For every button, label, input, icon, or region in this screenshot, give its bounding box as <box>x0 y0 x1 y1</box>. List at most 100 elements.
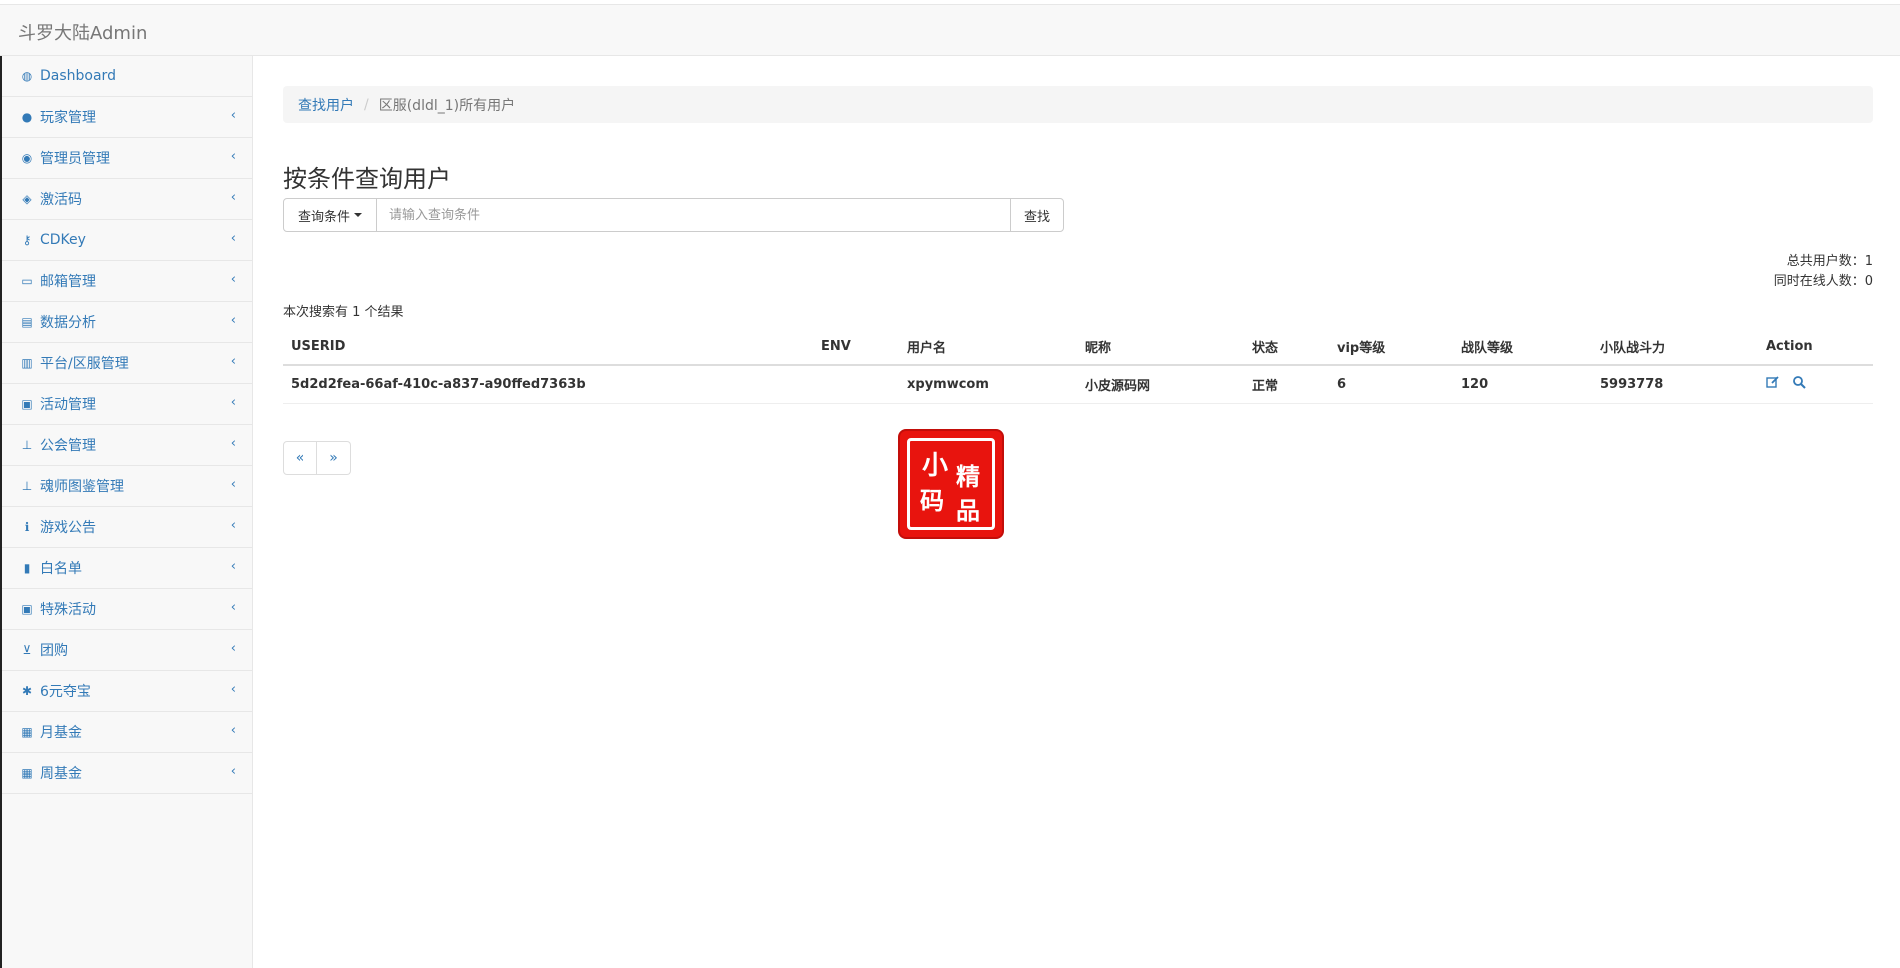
cell-team-level: 120 <box>1453 365 1592 404</box>
sidebar-item-label: 团购 <box>40 643 68 659</box>
sidebar-item-label: CDKey <box>40 232 86 248</box>
cell-username: xpymwcom <box>899 365 1077 404</box>
sidebar-item-label: 6元夺宝 <box>40 684 91 700</box>
sidebar-item-17-calendar[interactable]: ▦ 周基金 ‹ <box>2 753 252 794</box>
sidebar-item-11-info[interactable]: ℹ 游戏公告 ‹ <box>2 507 252 548</box>
column-header-status: 状态 <box>1244 328 1329 366</box>
table-row: 5d2d2fea-66af-410c-a837-a90ffed7363b xpy… <box>283 365 1873 404</box>
chevron-left-icon: ‹ <box>230 272 236 287</box>
sidebar-item-label: 魂师图鉴管理 <box>40 479 124 495</box>
sidebar-item-10-sitemap[interactable]: ⊥ 魂师图鉴管理 ‹ <box>2 466 252 507</box>
online-users-value: 0 <box>1864 274 1873 289</box>
sidebar-item-4-key[interactable]: ⚷ CDKey ‹ <box>2 220 252 261</box>
chevron-left-icon: ‹ <box>230 149 236 164</box>
search-input[interactable] <box>377 198 1010 232</box>
pagination-prev[interactable]: « <box>283 441 317 475</box>
breadcrumb: 查找用户 / 区服(dldl_1)所有用户 <box>283 86 1873 123</box>
breadcrumb-separator: / <box>364 96 369 113</box>
chevron-left-icon: ‹ <box>230 190 236 205</box>
breadcrumb-link-find-user[interactable]: 查找用户 <box>298 95 354 115</box>
bank-icon: ▥ <box>21 356 33 370</box>
sidebar-item-13-money[interactable]: ▣ 特殊活动 ‹ <box>2 589 252 630</box>
users-table: USERID ENV 用户名 昵称 状态 vip等级 战队等级 小队战斗力 Ac… <box>283 328 1873 404</box>
page-title: 按条件查询用户 <box>283 165 451 193</box>
sidebar-item-label: 玩家管理 <box>40 110 96 126</box>
sidebar-item-label: 活动管理 <box>40 397 96 413</box>
sidebar-item-9-sitemap[interactable]: ⊥ 公会管理 ‹ <box>2 425 252 466</box>
sidebar-item-label: 数据分析 <box>40 315 96 331</box>
search-icon[interactable] <box>1792 376 1806 393</box>
sidebar-item-12-file[interactable]: ▮ 白名单 ‹ <box>2 548 252 589</box>
sidebar-item-15-asterisk[interactable]: ✱ 6元夺宝 ‹ <box>2 671 252 712</box>
chevron-left-icon: ‹ <box>230 559 236 574</box>
chevron-left-icon: ‹ <box>230 354 236 369</box>
chevron-left-icon: ‹ <box>230 518 236 533</box>
chevron-left-icon: ‹ <box>230 600 236 615</box>
column-header-vip: vip等级 <box>1329 328 1453 366</box>
cell-power: 5993778 <box>1592 365 1758 404</box>
user-icon: ● <box>21 110 33 124</box>
chevron-left-icon: ‹ <box>230 108 236 123</box>
column-header-env: ENV <box>813 328 899 366</box>
chevron-left-icon: ‹ <box>230 764 236 779</box>
sidebar-item-label: 白名单 <box>40 561 82 577</box>
app-brand[interactable]: 斗罗大陆Admin <box>18 19 147 45</box>
chevron-left-icon: ‹ <box>230 395 236 410</box>
sitemap-icon: ⊥ <box>21 438 33 452</box>
result-count-note: 本次搜索有 1 个结果 <box>283 305 404 320</box>
sidebar-item-0-dashboard[interactable]: ◍ Dashboard <box>2 56 252 97</box>
user-stats: 总共用户数：1 同时在线人数：0 <box>1774 252 1873 292</box>
edit-icon[interactable] <box>1766 376 1784 393</box>
column-header-username: 用户名 <box>899 328 1077 366</box>
info-icon: ℹ <box>24 520 30 534</box>
chevron-left-icon: ‹ <box>230 231 236 246</box>
chevron-left-icon: ‹ <box>230 477 236 492</box>
sidebar: ◍ Dashboard ● 玩家管理 ‹ ◉ 管理员管理 ‹ ◈ 激活码 ‹ ⚷ CDKey ‹ ▭ 邮箱管理… <box>0 56 253 968</box>
total-users-label: 总共用户数： <box>1786 254 1865 269</box>
table-header-row: USERID ENV 用户名 昵称 状态 vip等级 战队等级 小队战斗力 Ac… <box>283 328 1873 366</box>
total-users-row: 总共用户数：1 <box>1774 252 1873 272</box>
sitemap-icon: ⊥ <box>21 479 33 493</box>
stamp-char-2: 精 <box>956 462 980 491</box>
sidebar-item-label: 周基金 <box>40 766 82 782</box>
sidebar-item-label: Dashboard <box>40 68 116 84</box>
column-header-team-level: 战队等级 <box>1453 328 1592 366</box>
watermark-stamp: 小 精 码 品 <box>900 431 1002 537</box>
sidebar-item-8-gift[interactable]: ▣ 活动管理 ‹ <box>2 384 252 425</box>
cell-env <box>813 365 899 404</box>
sidebar-item-14-cart[interactable]: ⊻ 团购 ‹ <box>2 630 252 671</box>
chevron-left-icon: ‹ <box>230 723 236 738</box>
dashboard-icon: ◍ <box>21 69 33 83</box>
chevron-left-icon: ‹ <box>230 313 236 328</box>
chevron-left-icon: ‹ <box>230 436 236 451</box>
cart-icon: ⊻ <box>22 643 32 657</box>
sidebar-item-label: 月基金 <box>40 725 82 741</box>
sidebar-item-7-bank[interactable]: ▥ 平台/区服管理 ‹ <box>2 343 252 384</box>
query-condition-dropdown[interactable]: 查询条件 <box>283 198 377 232</box>
sidebar-item-6-chart[interactable]: ▤ 数据分析 ‹ <box>2 302 252 343</box>
cell-userid: 5d2d2fea-66af-410c-a837-a90ffed7363b <box>283 365 813 404</box>
sidebar-item-3-cube[interactable]: ◈ 激活码 ‹ <box>2 179 252 220</box>
money-icon: ▣ <box>21 602 33 616</box>
sidebar-item-2-users[interactable]: ◉ 管理员管理 ‹ <box>2 138 252 179</box>
caret-down-icon <box>354 213 362 217</box>
column-header-nickname: 昵称 <box>1077 328 1244 366</box>
sidebar-item-label: 公会管理 <box>40 438 96 454</box>
file-icon: ▮ <box>23 561 31 575</box>
sidebar-item-label: 管理员管理 <box>40 151 110 167</box>
search-button[interactable]: 查找 <box>1010 198 1064 232</box>
calendar-icon: ▦ <box>21 766 33 780</box>
sidebar-item-5-inbox[interactable]: ▭ 邮箱管理 ‹ <box>2 261 252 302</box>
online-users-label: 同时在线人数： <box>1773 274 1865 289</box>
sidebar-item-16-calendar[interactable]: ▦ 月基金 ‹ <box>2 712 252 753</box>
sidebar-item-label: 平台/区服管理 <box>40 356 129 372</box>
sidebar-item-1-user[interactable]: ● 玩家管理 ‹ <box>2 97 252 138</box>
column-header-action: Action <box>1758 328 1873 366</box>
users-icon: ◉ <box>21 151 33 165</box>
calendar-icon: ▦ <box>21 725 33 739</box>
chevron-left-icon: ‹ <box>230 682 236 697</box>
total-users-value: 1 <box>1864 254 1873 269</box>
key-icon: ⚷ <box>22 233 32 247</box>
cube-icon: ◈ <box>22 192 32 206</box>
pagination-next[interactable]: » <box>317 441 351 475</box>
